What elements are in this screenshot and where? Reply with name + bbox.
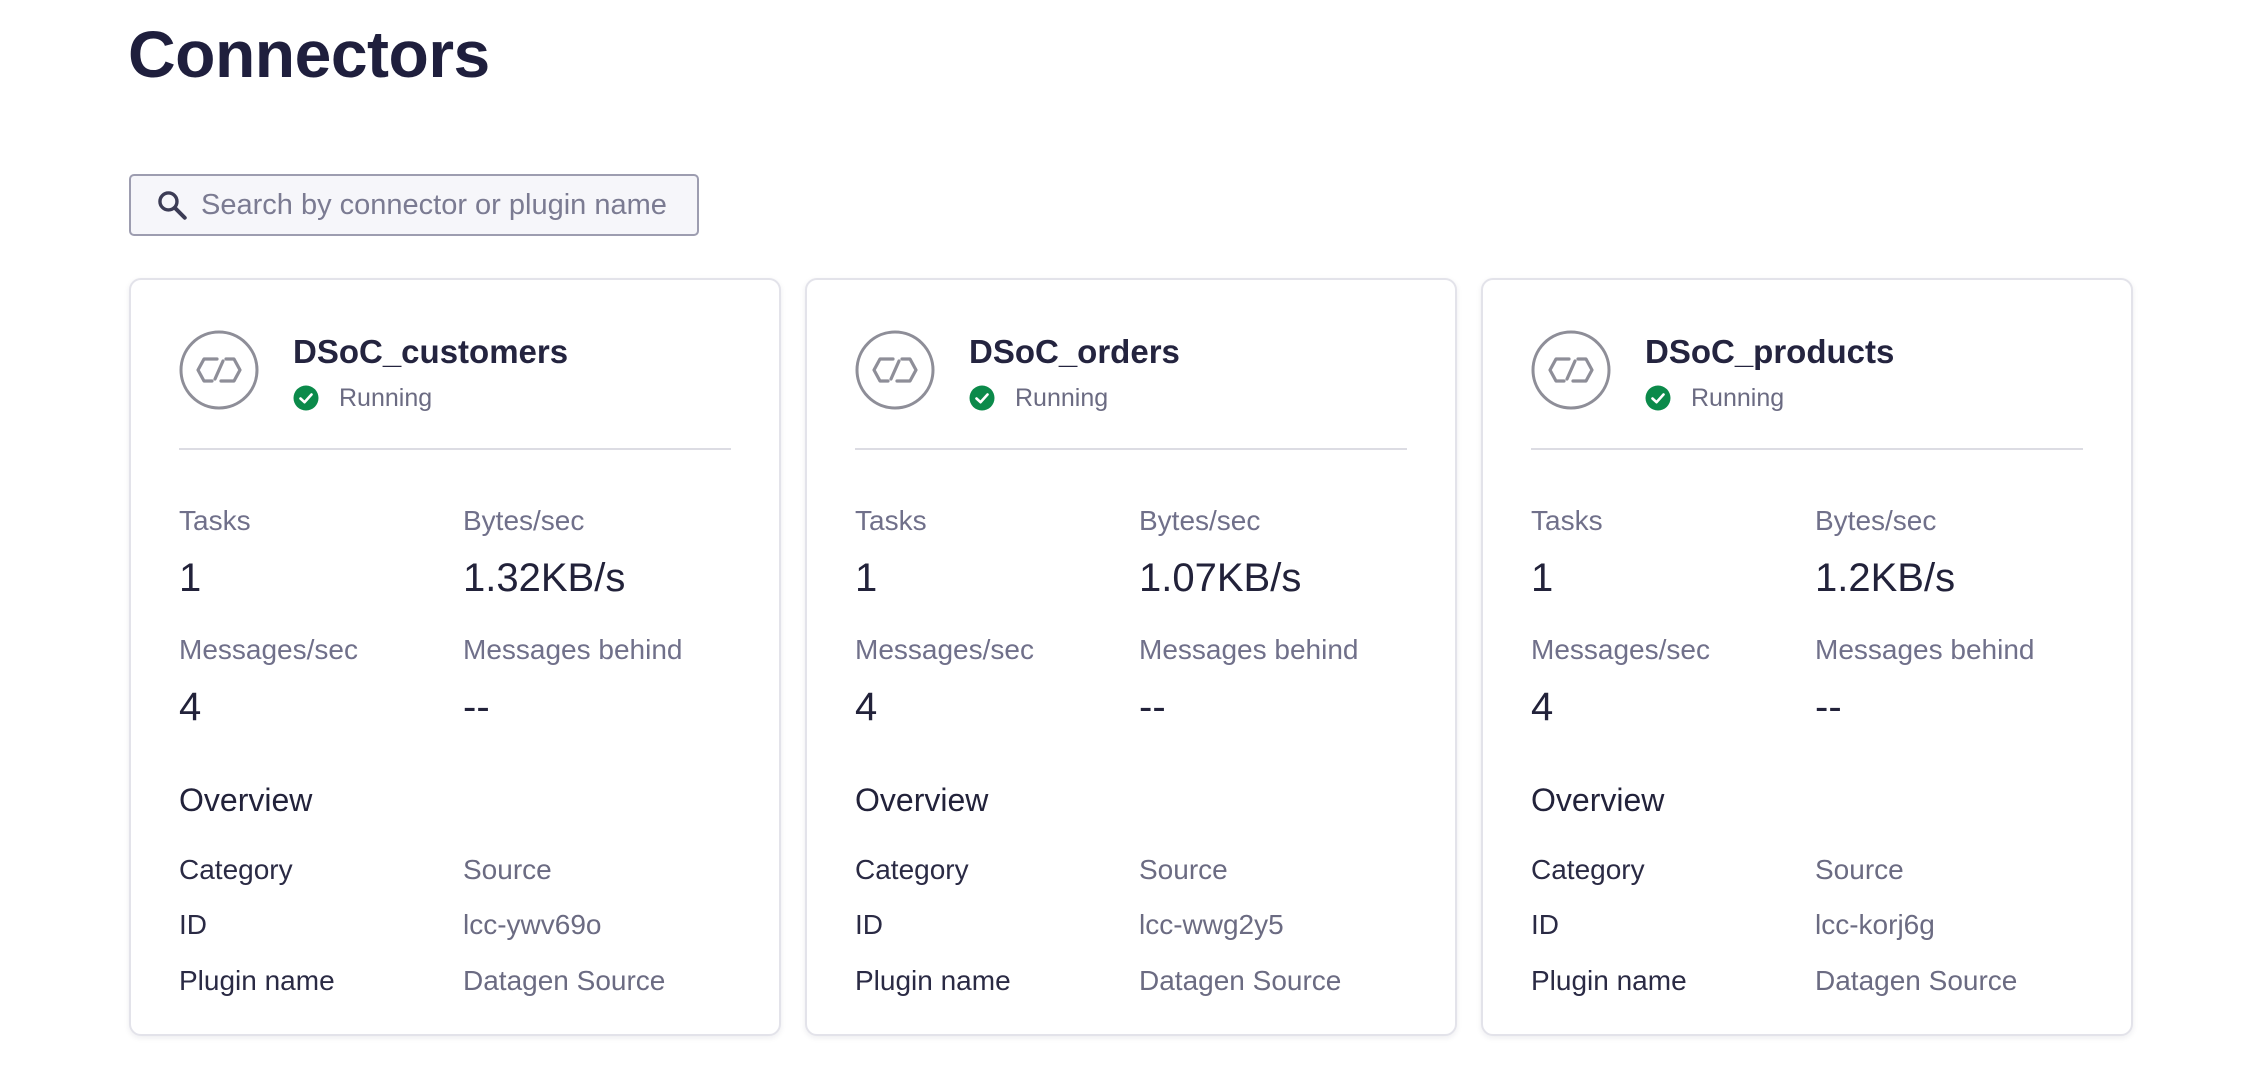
metric-messages-behind: Messages behind -- [463,632,723,732]
overview-key: ID [855,909,883,940]
metric-value: 1.32KB/s [463,556,626,600]
overview-row-plugin-name: Plugin name Datagen Source [855,961,1407,1001]
overview-key: Category [179,854,293,885]
metric-value: -- [1815,685,1842,729]
metric-value: 1.2KB/s [1815,556,1956,600]
page-title: Connectors [128,17,490,91]
metric-label: Tasks [179,505,251,536]
overview-value: Source [1139,854,1228,885]
metric-value: 1 [855,556,878,600]
search-icon [158,191,187,220]
overview-key: ID [1531,909,1559,940]
metric-bytes-per-sec: Bytes/sec 1.2KB/s [1815,503,2075,603]
metric-value: 1 [179,556,202,600]
metric-label: Tasks [855,505,927,536]
card-header: DSoC_products Running [1531,330,2083,426]
search-box[interactable] [129,174,699,236]
metric-label: Messages behind [1815,634,2035,665]
overview-value: lcc-wwg2y5 [1139,909,1284,940]
connector-link-icon [179,330,259,410]
overview-key: Plugin name [179,965,335,996]
status-badge: Running [293,382,432,414]
connector-card[interactable]: DSoC_products Running Tasks 1 Bytes/sec … [1481,278,2133,1036]
overview-key: Category [1531,854,1645,885]
metric-label: Messages/sec [855,634,1034,665]
connector-card[interactable]: DSoC_customers Running Tasks 1 Bytes/sec… [129,278,781,1036]
overview-value: Source [1815,854,1904,885]
metric-label: Tasks [1531,505,1603,536]
metric-messages-behind: Messages behind -- [1139,632,1399,732]
status-label: Running [1015,383,1109,412]
metric-messages-behind: Messages behind -- [1815,632,2075,732]
metric-label: Messages behind [463,634,683,665]
check-circle-icon [1645,385,1671,411]
metric-messages-per-sec: Messages/sec 4 [179,632,439,732]
status-label: Running [1691,383,1785,412]
metric-messages-per-sec: Messages/sec 4 [855,632,1115,732]
check-circle-icon [293,385,319,411]
divider [855,448,1407,450]
overview-key: Plugin name [855,965,1011,996]
metric-value: -- [463,685,490,729]
connector-name[interactable]: DSoC_customers [293,330,568,374]
overview-key: Category [855,854,969,885]
connector-card[interactable]: DSoC_orders Running Tasks 1 Bytes/sec 1.… [805,278,1457,1036]
overview-value: Source [463,854,552,885]
metric-value: 4 [179,685,202,729]
connector-link-icon [855,330,935,410]
status-label: Running [339,383,433,412]
metric-messages-per-sec: Messages/sec 4 [1531,632,1791,732]
metric-tasks: Tasks 1 [179,503,439,603]
overview-row-category: Category Source [1531,850,2083,890]
divider [179,448,731,450]
check-circle-icon [969,385,995,411]
metric-label: Messages/sec [1531,634,1710,665]
overview-row-category: Category Source [855,850,1407,890]
metric-value: 4 [855,685,878,729]
metric-tasks: Tasks 1 [1531,503,1791,603]
metric-tasks: Tasks 1 [855,503,1115,603]
metric-bytes-per-sec: Bytes/sec 1.32KB/s [463,503,723,603]
metric-value: -- [1139,685,1166,729]
metric-value: 4 [1531,685,1554,729]
overview-row-category: Category Source [179,850,731,890]
overview-row-id: ID lcc-wwg2y5 [855,905,1407,945]
search-input[interactable] [201,188,671,222]
overview-row-id: ID lcc-ywv69o [179,905,731,945]
overview-value: Datagen Source [463,965,666,996]
overview-key: ID [179,909,207,940]
overview-heading: Overview [855,782,989,818]
overview-row-plugin-name: Plugin name Datagen Source [1531,961,2083,1001]
status-badge: Running [1645,382,1784,414]
connector-name[interactable]: DSoC_orders [969,330,1180,374]
card-header: DSoC_orders Running [855,330,1407,426]
overview-value: lcc-ywv69o [463,909,602,940]
status-badge: Running [969,382,1108,414]
overview-key: Plugin name [1531,965,1687,996]
metric-value: 1.07KB/s [1139,556,1302,600]
metric-label: Messages behind [1139,634,1359,665]
overview-value: lcc-korj6g [1815,909,1935,940]
overview-row-id: ID lcc-korj6g [1531,905,2083,945]
overview-heading: Overview [179,782,313,818]
metric-value: 1 [1531,556,1554,600]
overview-row-plugin-name: Plugin name Datagen Source [179,961,731,1001]
divider [1531,448,2083,450]
card-header: DSoC_customers Running [179,330,731,426]
overview-value: Datagen Source [1815,965,2018,996]
metric-label: Bytes/sec [463,505,585,536]
connector-name[interactable]: DSoC_products [1645,330,1894,374]
metric-label: Messages/sec [179,634,358,665]
overview-heading: Overview [1531,782,1665,818]
metric-bytes-per-sec: Bytes/sec 1.07KB/s [1139,503,1399,603]
metric-label: Bytes/sec [1139,505,1261,536]
overview-value: Datagen Source [1139,965,1342,996]
connector-link-icon [1531,330,1611,410]
metric-label: Bytes/sec [1815,505,1937,536]
